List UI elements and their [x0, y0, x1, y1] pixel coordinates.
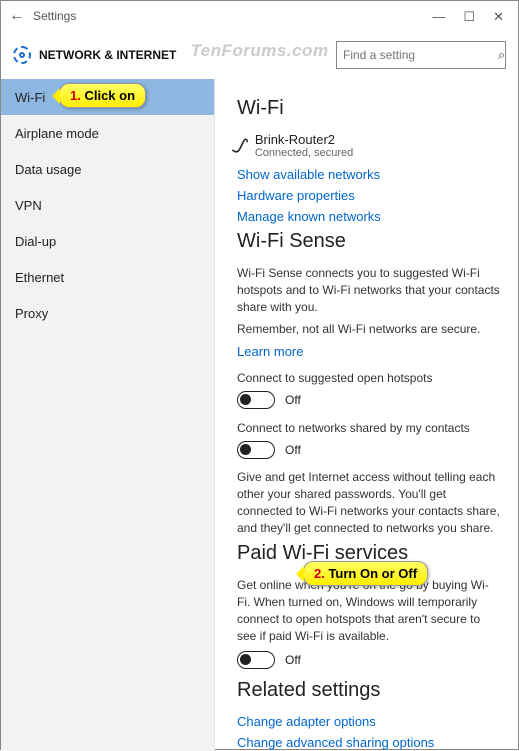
suggested-hotspots-toggle[interactable]: [237, 391, 275, 409]
sidebar-item-label: Ethernet: [15, 270, 64, 285]
content: Wi-Fi ⟆ Brink-Router2 Connected, secured…: [215, 79, 518, 751]
wifi-icon: ⟆: [229, 134, 252, 157]
window-title: Settings: [33, 9, 432, 23]
sidebar: Wi-Fi Airplane mode Data usage VPN Dial-…: [1, 79, 215, 751]
close-button[interactable]: ✕: [493, 10, 504, 23]
wifi-network-name: Brink-Router2: [255, 132, 353, 147]
toggle2-state: Off: [285, 443, 301, 457]
sidebar-item-vpn[interactable]: VPN: [1, 187, 214, 223]
titlebar: ← Settings — ☐ ✕: [1, 1, 518, 31]
back-button[interactable]: ←: [9, 7, 33, 25]
sidebar-item-proxy[interactable]: Proxy: [1, 295, 214, 331]
callout-1: 1. Click on: [59, 83, 146, 108]
sidebar-item-label: Wi-Fi: [15, 90, 45, 105]
toggle1-label: Connect to suggested open hotspots: [237, 371, 500, 385]
learn-more-link[interactable]: Learn more: [237, 344, 500, 359]
callout-1-num: 1.: [70, 88, 81, 103]
sidebar-item-ethernet[interactable]: Ethernet: [1, 259, 214, 295]
search-field[interactable]: [343, 48, 498, 62]
share-description: Give and get Internet access without tel…: [237, 469, 500, 536]
contacts-networks-toggle[interactable]: [237, 441, 275, 459]
paid-toggle-state: Off: [285, 653, 301, 667]
breadcrumb: NETWORK & INTERNET: [39, 48, 328, 62]
wifi-sense-heading: Wi-Fi Sense: [237, 230, 500, 253]
sharing-options-link[interactable]: Change advanced sharing options: [237, 735, 500, 750]
maximize-button[interactable]: ☐: [463, 10, 475, 23]
sidebar-item-label: Proxy: [15, 306, 48, 321]
sidebar-item-label: Airplane mode: [15, 126, 99, 141]
window-buttons: — ☐ ✕: [432, 10, 504, 23]
sidebar-item-airplane[interactable]: Airplane mode: [1, 115, 214, 151]
sidebar-item-dialup[interactable]: Dial-up: [1, 223, 214, 259]
callout-2-text: Turn On or Off: [325, 566, 417, 581]
sidebar-item-label: Dial-up: [15, 234, 56, 249]
sidebar-item-label: VPN: [15, 198, 42, 213]
sidebar-item-label: Data usage: [15, 162, 82, 177]
main: Wi-Fi Airplane mode Data usage VPN Dial-…: [1, 79, 518, 751]
gear-icon: [13, 46, 31, 64]
minimize-button[interactable]: —: [432, 10, 445, 23]
header: NETWORK & INTERNET ⌕: [1, 31, 518, 79]
sense-reminder: Remember, not all Wi-Fi networks are sec…: [237, 321, 500, 338]
wifi-heading: Wi-Fi: [237, 97, 500, 120]
manage-networks-link[interactable]: Manage known networks: [237, 209, 500, 224]
show-networks-link[interactable]: Show available networks: [237, 167, 500, 182]
toggle2-label: Connect to networks shared by my contact…: [237, 421, 500, 435]
adapter-options-link[interactable]: Change adapter options: [237, 714, 500, 729]
toggle1-state: Off: [285, 393, 301, 407]
paid-description: Get online when you're on the go by buyi…: [237, 577, 500, 644]
related-heading: Related settings: [237, 679, 500, 702]
search-input[interactable]: ⌕: [336, 41, 506, 69]
hardware-properties-link[interactable]: Hardware properties: [237, 188, 500, 203]
callout-2-num: 2.: [314, 566, 325, 581]
wifi-network-status: Connected, secured: [255, 147, 353, 159]
search-icon: ⌕: [498, 47, 505, 63]
sense-description: Wi-Fi Sense connects you to suggested Wi…: [237, 265, 500, 315]
paid-wifi-toggle[interactable]: [237, 651, 275, 669]
sidebar-item-data-usage[interactable]: Data usage: [1, 151, 214, 187]
callout-2: 2. Turn On or Off: [303, 561, 428, 586]
callout-1-text: Click on: [81, 88, 135, 103]
wifi-network-row[interactable]: ⟆ Brink-Router2 Connected, secured: [237, 132, 500, 159]
